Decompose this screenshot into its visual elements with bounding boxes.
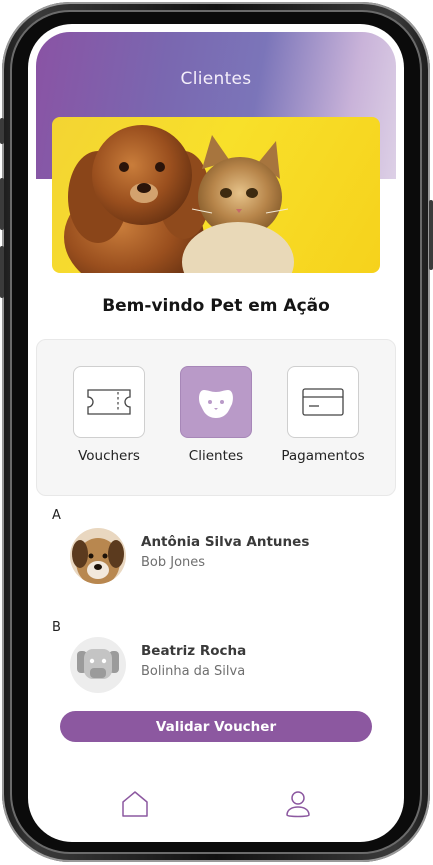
menu-panel: Vouchers Clientes Pagamentos	[36, 339, 396, 496]
group-letter: A	[52, 508, 61, 523]
welcome-heading: Bem-vindo Pet em Ação	[102, 296, 330, 316]
avatar	[70, 528, 126, 584]
nav-home[interactable]	[120, 789, 150, 819]
menu-item-vouchers[interactable]: Vouchers	[54, 366, 164, 464]
phone-side-button	[0, 246, 4, 298]
nav-profile[interactable]	[283, 789, 313, 819]
menu-item-clientes[interactable]: Clientes	[161, 366, 271, 464]
pet-name: Bob Jones	[141, 555, 206, 570]
client-list-item[interactable]: Antônia Silva Antunes Bob Jones	[70, 528, 380, 588]
menu-tile-pagamentos[interactable]	[287, 366, 359, 438]
menu-label-clientes: Clientes	[188, 448, 244, 464]
phone-side-button	[0, 178, 4, 230]
phone-side-button	[0, 118, 4, 144]
hero-image	[52, 117, 380, 273]
client-name: Beatriz Rocha	[141, 643, 247, 659]
avatar	[70, 637, 126, 693]
dog-photo-avatar-icon	[70, 528, 126, 584]
pet-face-icon	[199, 390, 233, 418]
group-letter: B	[52, 620, 61, 635]
client-list-item[interactable]: Beatriz Rocha Bolinha da Silva	[70, 637, 380, 697]
pet-name: Bolinha da Silva	[141, 664, 246, 679]
menu-label-pagamentos: Pagamentos	[281, 448, 365, 464]
user-icon	[286, 791, 310, 818]
client-name: Antônia Silva Antunes	[141, 534, 310, 550]
app-screen: Clientes Bem-vindo Pet em Ação Vouchers …	[28, 24, 404, 842]
phone-side-button	[429, 200, 433, 270]
credit-card-icon	[302, 388, 344, 416]
dog-placeholder-avatar-icon	[70, 637, 126, 693]
validate-voucher-button[interactable]: Validar Voucher	[60, 711, 372, 742]
dog-and-cat-photo-icon	[64, 125, 294, 273]
page-title: Clientes	[180, 69, 252, 89]
menu-item-pagamentos[interactable]: Pagamentos	[268, 366, 378, 464]
home-icon	[122, 791, 148, 817]
menu-tile-vouchers[interactable]	[73, 366, 145, 438]
menu-label-vouchers: Vouchers	[78, 448, 140, 464]
ticket-icon	[87, 389, 131, 415]
menu-tile-clientes[interactable]	[180, 366, 252, 438]
